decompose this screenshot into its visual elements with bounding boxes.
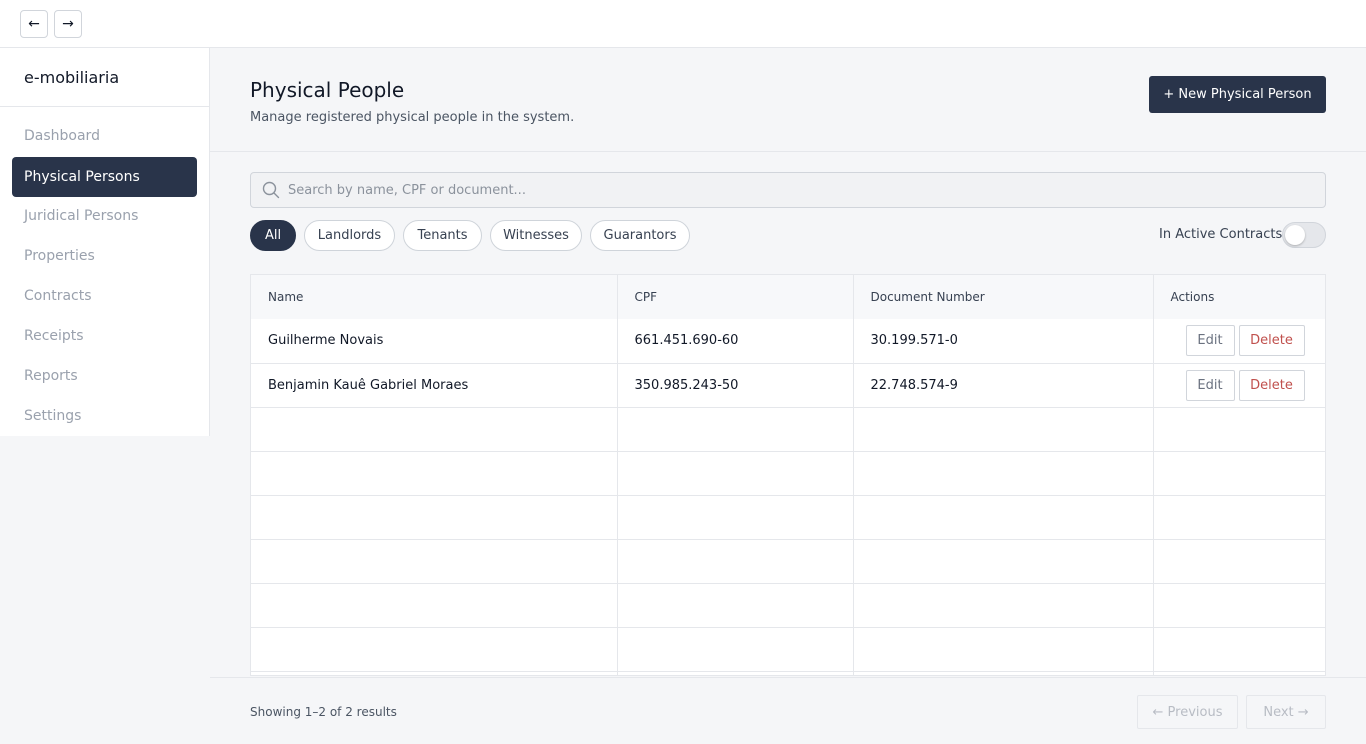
cell-document: 22.748.574-9 [853,363,1154,408]
sidebar-item-reports[interactable]: Reports [12,356,197,396]
empty-cell [251,539,618,584]
pagination-footer: Showing 1–2 of 2 results ← Previous Next… [210,677,1366,744]
delete-button[interactable]: Delete [1238,369,1305,401]
next-page-button[interactable]: Next → [1246,695,1326,729]
sidebar-item-dashboard[interactable]: Dashboard [12,116,197,156]
empty-row [251,583,1325,628]
cell-cpf: 661.451.690-60 [617,319,854,364]
delete-button[interactable]: Delete [1238,325,1305,357]
empty-cell [251,627,618,672]
sidebar-item-properties[interactable]: Properties [12,236,197,276]
empty-cell [853,583,1154,628]
empty-cell [1153,627,1325,672]
arrow-left-icon: ← [28,16,40,32]
column-header-name[interactable]: Name [251,275,618,319]
empty-row [251,451,1325,496]
filter-chip-guarantors[interactable]: Guarantors [590,220,690,251]
page-subtitle: Manage registered physical people in the… [250,110,575,125]
brand-logo: e-mobiliaria [24,68,120,87]
cell-actions: Edit Delete [1153,319,1325,364]
empty-cell [853,451,1154,496]
active-contracts-label: In Active Contracts [1159,227,1283,242]
cell-actions: Edit Delete [1153,363,1325,408]
sidebar-item-receipts[interactable]: Receipts [12,316,197,356]
sidebar-item-settings[interactable]: Settings [12,396,197,436]
page-header: Physical People Manage registered physic… [210,48,1366,152]
toggle-knob [1285,225,1305,245]
empty-cell [853,627,1154,672]
empty-cell [617,539,854,584]
empty-cell [1153,539,1325,584]
table-header-row: Name CPF Document Number Actions [251,275,1325,319]
results-count: Showing 1–2 of 2 results [250,705,397,719]
empty-cell [617,495,854,540]
top-bar: ← → [0,0,1366,48]
sidebar-item-contracts[interactable]: Contracts [12,276,197,316]
empty-cell [1153,407,1325,452]
empty-cell [617,583,854,628]
empty-row [251,407,1325,452]
filter-chip-all[interactable]: All [250,220,296,251]
empty-cell [1153,495,1325,540]
table-row: Guilherme Novais 661.451.690-60 30.199.5… [251,319,1325,364]
empty-cell [853,495,1154,540]
empty-row [251,627,1325,672]
filter-chip-landlords[interactable]: Landlords [304,220,395,251]
filter-chip-tenants[interactable]: Tenants [403,220,482,251]
edit-button[interactable]: Edit [1185,325,1235,357]
persons-table: Name CPF Document Number Actions Guilher… [250,274,1326,676]
sidebar-item-juridical-persons[interactable]: Juridical Persons [12,196,197,236]
sidebar-item-physical-persons[interactable]: Physical Persons [12,157,197,197]
cell-document: 30.199.571-0 [853,319,1154,364]
empty-cell [853,671,1154,675]
page-title: Physical People [250,78,405,102]
divider [0,106,210,107]
empty-cell [251,451,618,496]
empty-row [251,539,1325,584]
empty-cell [251,495,618,540]
forward-button[interactable]: → [54,10,82,38]
filter-chip-witnesses[interactable]: Witnesses [490,220,582,251]
search-bar [250,172,1326,208]
empty-cell [1153,583,1325,628]
empty-cell [251,671,618,675]
edit-button[interactable]: Edit [1185,369,1235,401]
empty-row [251,671,1325,675]
empty-cell [1153,671,1325,675]
empty-cell [251,407,618,452]
empty-cell [1153,451,1325,496]
table-row: Benjamin Kauê Gabriel Moraes 350.985.243… [251,363,1325,408]
column-header-actions: Actions [1153,275,1325,319]
empty-cell [853,539,1154,584]
new-physical-person-button[interactable]: + New Physical Person [1149,76,1326,113]
column-header-cpf[interactable]: CPF [617,275,854,319]
cell-name: Guilherme Novais [251,319,618,364]
empty-row [251,495,1325,540]
column-header-document-number[interactable]: Document Number [853,275,1154,319]
sidebar: e-mobiliaria Dashboard Physical Persons … [0,48,210,436]
search-input[interactable] [288,173,1308,207]
empty-cell [251,583,618,628]
previous-page-button[interactable]: ← Previous [1137,695,1238,729]
cell-name: Benjamin Kauê Gabriel Moraes [251,363,618,408]
empty-cell [617,407,854,452]
arrow-right-icon: → [62,16,74,32]
back-button[interactable]: ← [20,10,48,38]
search-icon [262,181,280,199]
empty-cell [617,627,854,672]
cell-cpf: 350.985.243-50 [617,363,854,408]
empty-cell [853,407,1154,452]
empty-cell [617,671,854,675]
active-contracts-toggle[interactable] [1282,222,1326,248]
empty-cell [617,451,854,496]
